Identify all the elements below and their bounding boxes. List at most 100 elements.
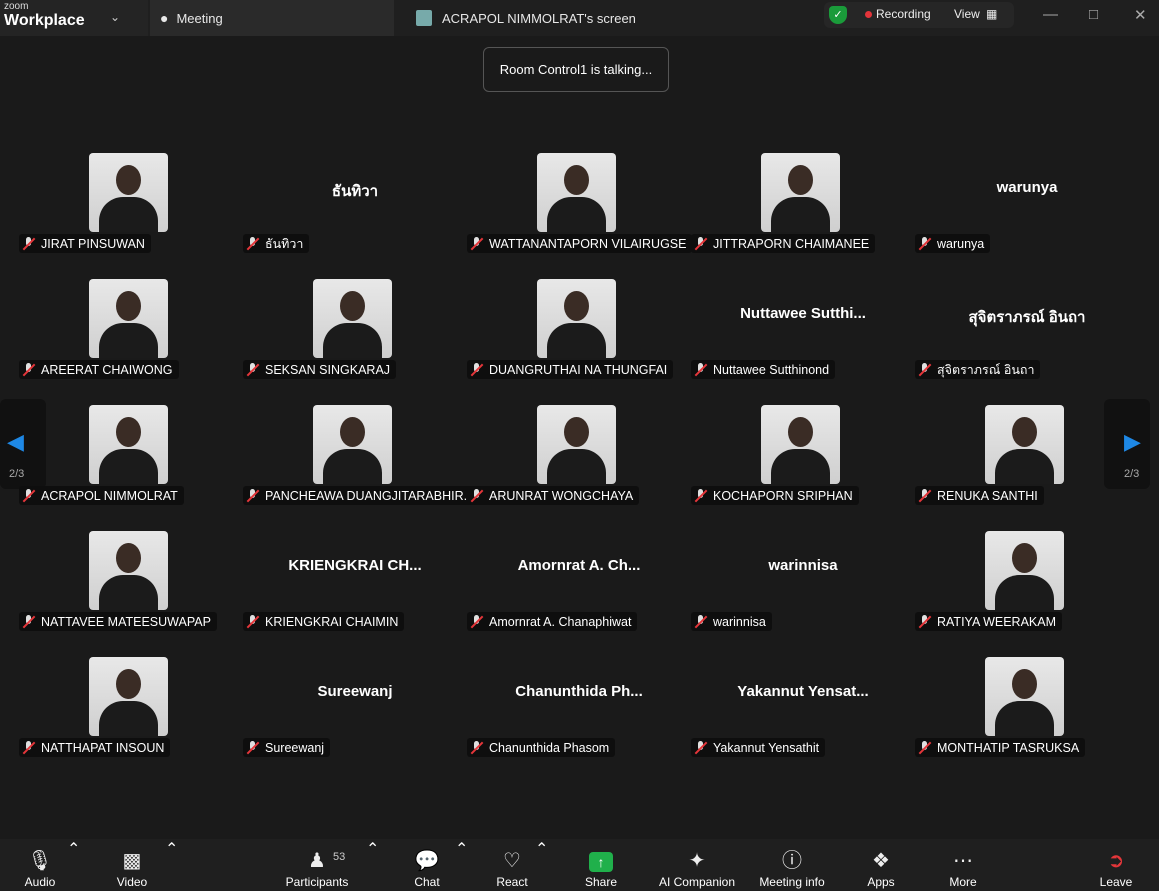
audio-button[interactable]: 🎙 Audio <box>18 839 62 891</box>
minimize-icon[interactable]: — <box>1043 6 1058 23</box>
mic-muted-icon <box>695 362 707 377</box>
share-label: Share <box>584 875 618 889</box>
mic-muted-icon <box>471 488 483 503</box>
participant-tile[interactable]: MONTHATIP TASRUKSA <box>915 657 1139 783</box>
participant-video <box>313 279 392 358</box>
audio-label: Audio <box>24 875 56 889</box>
participant-name: NATTHAPAT INSOUN <box>41 740 165 755</box>
participant-name-label: KRIENGKRAI CHAIMIN <box>243 612 405 631</box>
mic-muted-icon <box>919 362 931 377</box>
sparkle-icon: ✦ <box>688 850 706 872</box>
participant-tile[interactable]: Yakannut Yensat... Yakannut Yensathit <box>691 657 915 783</box>
participant-tile[interactable]: KRIENGKRAI CH... KRIENGKRAI CHAIMIN <box>243 531 467 657</box>
mic-muted-icon <box>247 236 259 251</box>
chat-button[interactable]: 💬 Chat <box>408 839 446 891</box>
participant-tile[interactable]: warinnisa warinnisa <box>691 531 915 657</box>
mic-muted-icon <box>919 740 931 755</box>
more-button[interactable]: ⋯ More <box>944 839 982 891</box>
participant-tile[interactable]: NATTAVEE MATEESUWAPAP <box>19 531 243 657</box>
participant-video <box>313 405 392 484</box>
talking-notification: Room Control1 is talking... <box>483 47 669 92</box>
participant-name-label: KOCHAPORN SRIPHAN <box>691 486 859 505</box>
mic-muted-icon <box>919 488 931 503</box>
participant-name: ARUNRAT WONGCHAYA <box>489 488 634 503</box>
app-brand-menu[interactable]: zoom Workplace ⌄ <box>0 0 148 36</box>
meeting-status-bar: ✓ Recording View ▦ <box>824 2 1014 28</box>
recording-label[interactable]: Recording <box>876 7 931 21</box>
participant-tile[interactable]: RATIYA WEERAKAM <box>915 531 1139 657</box>
participant-name: Nuttawee Sutthinond <box>713 362 830 377</box>
participant-tile[interactable]: ACRAPOL NIMMOLRAT <box>19 405 243 531</box>
mic-muted-icon <box>23 740 35 755</box>
mic-muted-icon <box>695 488 707 503</box>
participant-tile[interactable]: NATTHAPAT INSOUN <box>19 657 243 783</box>
participant-video <box>985 531 1064 610</box>
participant-tile[interactable]: WATTANANTAPORN VILAIRUGSE <box>467 153 693 279</box>
participant-name: AREERAT CHAIWONG <box>41 362 173 377</box>
participant-display-name: Yakannut Yensat... <box>737 683 869 700</box>
participant-tile[interactable]: ธันทิวา ธันทิวา <box>243 153 467 279</box>
participant-tile[interactable]: PANCHEAWA DUANGJITARABHIR... <box>243 405 481 531</box>
apps-button[interactable]: ❖ Apps <box>862 839 900 891</box>
participant-tile[interactable]: warunya warunya <box>915 153 1139 279</box>
ai-companion-button[interactable]: ✦ AI Companion <box>655 839 739 891</box>
mic-muted-icon <box>471 362 483 377</box>
participant-tile[interactable]: SEKSAN SINGKARAJ <box>243 279 467 405</box>
participant-tile[interactable]: JITTRAPORN CHAIMANEE <box>691 153 915 279</box>
grid-icon[interactable]: ▦ <box>986 7 997 21</box>
apps-label: Apps <box>867 875 895 889</box>
react-options-caret[interactable]: ⌃ <box>535 839 548 891</box>
participants-options-caret[interactable]: ⌃ <box>366 839 379 891</box>
participant-tile[interactable]: ARUNRAT WONGCHAYA <box>467 405 691 531</box>
participants-button[interactable]: ♟ 53 Participants <box>282 839 352 891</box>
participant-display-name: สุจิตราภรณ์ อินถา <box>968 309 1086 326</box>
video-button[interactable]: ▩ Video <box>110 839 154 891</box>
participant-tile[interactable]: Amornrat A. Ch... Amornrat A. Chanaphiwat <box>467 531 691 657</box>
info-icon: ⓘ <box>782 850 802 872</box>
leave-button[interactable]: ➲ Leave <box>1097 839 1135 891</box>
tab-meeting[interactable]: ● Meeting <box>150 0 394 36</box>
share-button[interactable]: ↑ Share <box>580 839 622 891</box>
mic-muted-icon <box>23 362 35 377</box>
maximize-icon[interactable]: □ <box>1089 6 1098 23</box>
more-label: More <box>949 875 977 889</box>
participant-tile[interactable]: Chanunthida Ph... Chanunthida Phasom <box>467 657 691 783</box>
mic-muted-icon <box>919 236 931 251</box>
participant-name-label: RATIYA WEERAKAM <box>915 612 1063 631</box>
chevron-down-icon[interactable]: ⌄ <box>110 10 120 24</box>
participant-name-label: Chanunthida Phasom <box>467 738 616 757</box>
heart-icon: ♡ <box>503 850 521 872</box>
participant-name: Amornrat A. Chanaphiwat <box>489 614 632 629</box>
audio-options-caret[interactable]: ⌃ <box>67 839 80 891</box>
participants-count: 53 <box>333 851 346 863</box>
participant-tile[interactable]: DUANGRUTHAI NA THUNGFAI <box>467 279 691 405</box>
tab-screen-share[interactable]: ACRAPOL NIMMOLRAT's screen <box>416 0 716 36</box>
participant-tile[interactable]: JIRAT PINSUWAN <box>19 153 243 279</box>
participant-name-label: AREERAT CHAIWONG <box>19 360 179 379</box>
video-options-caret[interactable]: ⌃ <box>165 839 178 891</box>
participant-name: WATTANANTAPORN VILAIRUGSE <box>489 236 687 251</box>
participant-tile[interactable]: RENUKA SANTHI <box>915 405 1139 531</box>
participant-name: NATTAVEE MATEESUWAPAP <box>41 614 211 629</box>
brand-large: Workplace <box>4 12 85 29</box>
participant-tile[interactable]: AREERAT CHAIWONG <box>19 279 243 405</box>
participant-name-label: Sureewanj <box>243 738 331 757</box>
participant-name: DUANGRUTHAI NA THUNGFAI <box>489 362 668 377</box>
participant-tile[interactable]: KOCHAPORN SRIPHAN <box>691 405 915 531</box>
participant-name: RATIYA WEERAKAM <box>937 614 1057 629</box>
meeting-info-button[interactable]: ⓘ Meeting info <box>755 839 829 891</box>
participant-video <box>537 405 616 484</box>
participant-name: Sureewanj <box>265 740 325 755</box>
participant-name: warinnisa <box>713 614 766 629</box>
react-button[interactable]: ♡ React <box>492 839 532 891</box>
participant-tile[interactable]: Sureewanj Sureewanj <box>243 657 467 783</box>
video-label: Video <box>116 875 148 889</box>
chat-options-caret[interactable]: ⌃ <box>455 839 468 891</box>
shield-icon[interactable]: ✓ <box>829 6 847 24</box>
view-button[interactable]: View <box>954 7 980 21</box>
participant-name-label: SEKSAN SINGKARAJ <box>243 360 397 379</box>
participant-tile[interactable]: สุจิตราภรณ์ อินถา สุจิตราภรณ์ อินถา <box>915 279 1139 405</box>
participant-tile[interactable]: Nuttawee Sutthi... Nuttawee Sutthinond <box>691 279 915 405</box>
participant-name-label: DUANGRUTHAI NA THUNGFAI <box>467 360 674 379</box>
close-icon[interactable]: ✕ <box>1134 6 1147 24</box>
